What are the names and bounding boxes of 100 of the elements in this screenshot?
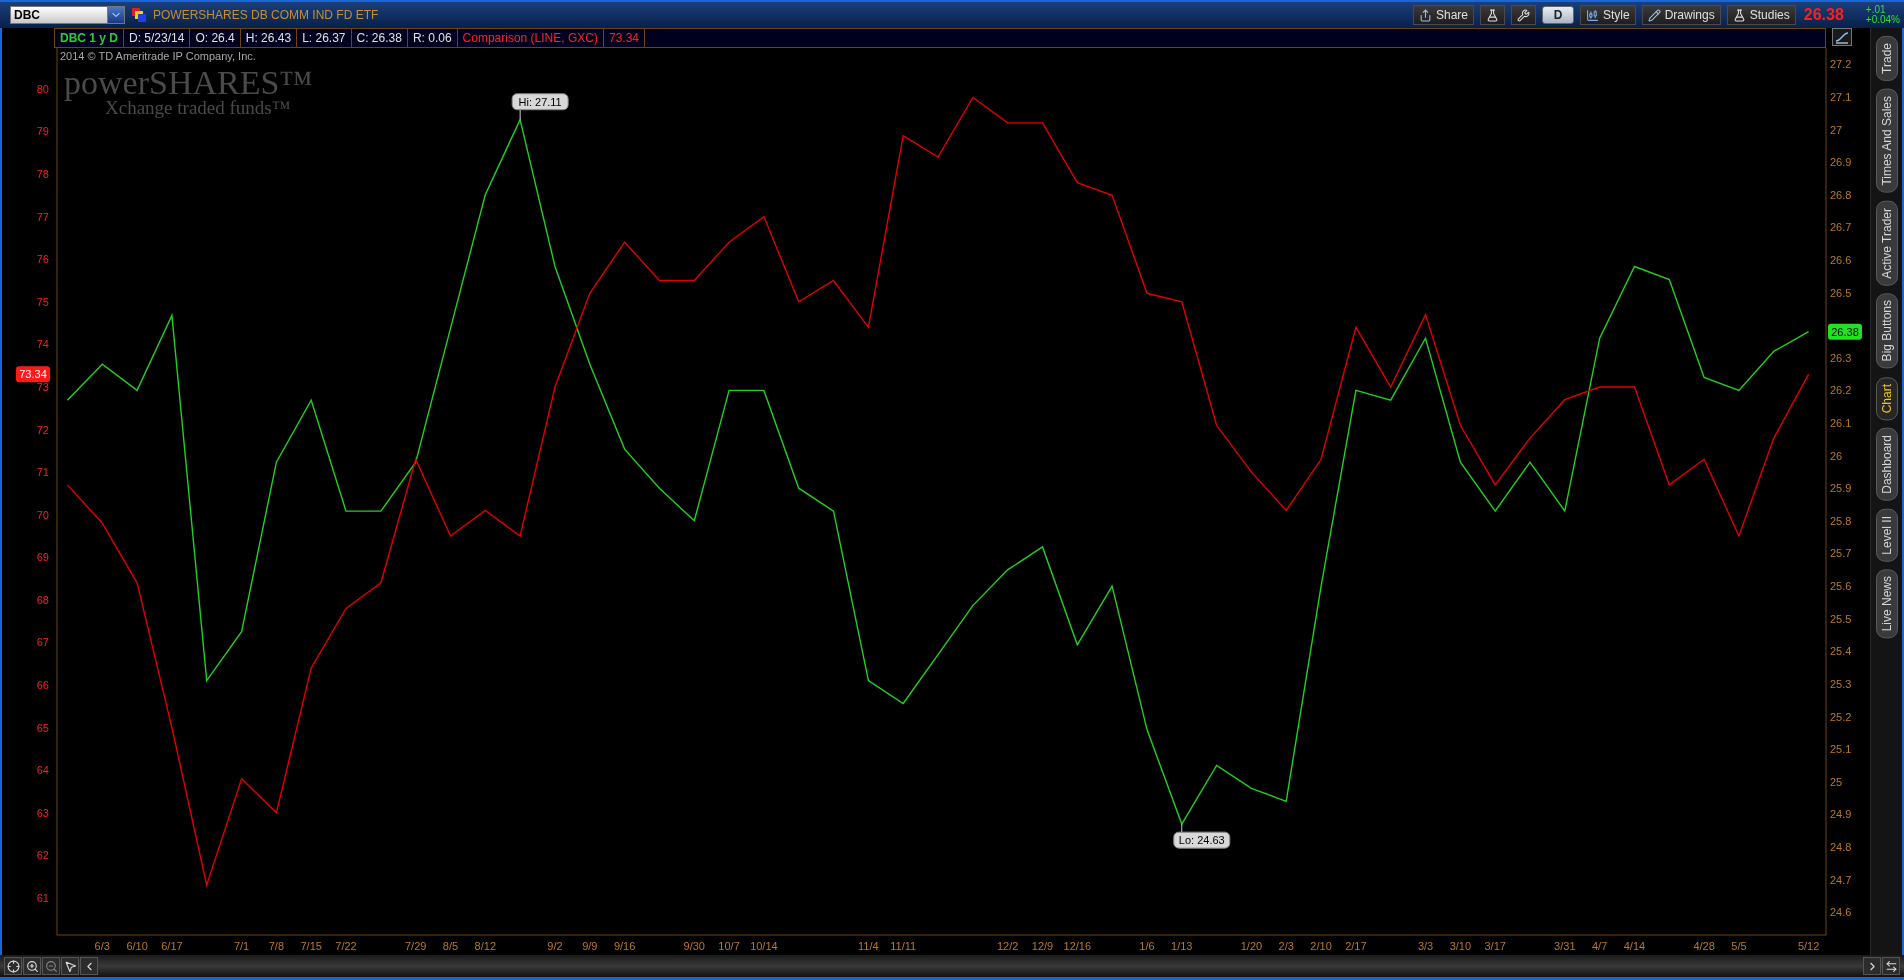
axis-label: 72	[36, 423, 49, 436]
axis-label: 67	[36, 636, 49, 649]
axis-label: 12/2	[996, 940, 1019, 952]
settings-button[interactable]	[1511, 5, 1536, 25]
axis-label: 2/10	[1310, 940, 1332, 952]
axis-label: 25.3	[1830, 677, 1852, 690]
axis-label: 25.2	[1830, 710, 1852, 723]
wrench-icon	[1517, 8, 1530, 22]
axis-label: 26.6	[1830, 253, 1852, 266]
pointer-button[interactable]	[61, 957, 79, 975]
axis-label: 26.2	[1830, 384, 1852, 397]
annotation: Lo: 24.63	[1178, 834, 1225, 847]
axis-label: 3/3	[1417, 940, 1434, 952]
left-right-arrow-icon	[1884, 959, 1898, 973]
fit-chart-button[interactable]	[1832, 28, 1852, 46]
axis-label: 26.7	[1830, 221, 1852, 234]
axis-label: 70	[36, 508, 49, 521]
axis-label: 7/1	[233, 940, 250, 952]
axis-label: 26	[1830, 449, 1843, 462]
drag-handle-button[interactable]	[1882, 957, 1900, 975]
axis-label: 65	[36, 721, 49, 734]
axis-label: 12/16	[1063, 940, 1092, 952]
info-text: R: 0.06	[407, 29, 458, 47]
edit-studies-button[interactable]	[1480, 5, 1505, 25]
axis-label: 3/17	[1484, 940, 1506, 952]
side-tab[interactable]: Chart	[1875, 376, 1898, 420]
axis-label: 62	[36, 849, 49, 862]
linked-squares-icon	[131, 7, 147, 23]
axis-label: 3/31	[1554, 940, 1576, 952]
scroll-left-button[interactable]	[80, 957, 98, 975]
axis-label: 26.8	[1830, 188, 1852, 201]
axis-label: 9/16	[613, 940, 636, 952]
axis-label: 25.8	[1830, 514, 1852, 527]
side-tab[interactable]: Big Buttons	[1875, 293, 1898, 369]
axis-label: 25.6	[1830, 580, 1852, 593]
axis-label: 9/2	[547, 940, 563, 952]
flask-icon	[1732, 8, 1746, 22]
crosshair-button[interactable]	[4, 957, 22, 975]
axis-label: 2/17	[1345, 940, 1367, 952]
copyright-text: 2014 © TD Ameritrade IP Company, Inc.	[60, 50, 256, 62]
net-change: +.01	[1865, 5, 1887, 15]
axis-label: 79	[36, 125, 49, 138]
axis-label: 24.9	[1830, 808, 1852, 821]
axis-label: 80	[36, 82, 49, 95]
symbol-dropdown-button[interactable]	[108, 6, 125, 24]
last-price-badge: 26.38	[1828, 323, 1862, 340]
axis-label: 25.7	[1830, 547, 1852, 560]
share-button[interactable]: Share	[1413, 5, 1474, 25]
price-callout: Lo: 24.63	[1173, 823, 1231, 849]
axis-label: 76	[36, 253, 49, 266]
side-tab[interactable]: Trade	[1875, 36, 1898, 81]
period-button[interactable]: D	[1542, 6, 1574, 24]
axis-label: 8/12	[474, 940, 497, 952]
info-text: C: 26.38	[351, 29, 408, 47]
zoom-out-button[interactable]	[42, 957, 60, 975]
axis-label: 6/3	[94, 940, 110, 952]
info-text: 73.34	[603, 29, 645, 47]
pencil-icon	[1647, 8, 1661, 22]
axis-label: 7/22	[335, 940, 357, 952]
candlestick-icon	[1586, 8, 1599, 22]
axis-label: 4/7	[1592, 940, 1608, 952]
axis-label: 78	[36, 168, 49, 181]
side-tab[interactable]: Times And Sales	[1875, 88, 1898, 193]
side-tab[interactable]: Level II	[1875, 508, 1898, 562]
axis-label: 5/5	[1731, 940, 1747, 952]
studies-button[interactable]: Studies	[1726, 5, 1796, 25]
axis-label: 3/10	[1449, 940, 1472, 952]
axis-label: 7/29	[404, 940, 427, 952]
axis-label: 26.3	[1830, 351, 1852, 364]
axis-label: 27	[1830, 123, 1843, 136]
scroll-right-button[interactable]	[1863, 957, 1881, 975]
axis-label: 10/7	[718, 940, 740, 952]
axis-label: 24.6	[1830, 906, 1852, 919]
axis-label: 27.2	[1830, 58, 1852, 71]
axis-label: 4/28	[1693, 940, 1715, 952]
info-text: O: 26.4	[190, 29, 241, 47]
flask-icon	[1486, 8, 1499, 22]
side-tab[interactable]: Dashboard	[1875, 427, 1898, 501]
brand-logo: powerSHARES™ Xchange traded funds™	[64, 64, 313, 118]
axis-label: 12/9	[1031, 940, 1054, 952]
info-text: Comparison (LINE, GXC)	[457, 29, 604, 47]
axis-label: 1/20	[1240, 940, 1263, 952]
axis-label: 1/13	[1171, 940, 1193, 952]
info-text: D: 5/23/14	[124, 29, 191, 47]
symbol-field[interactable]: DBC	[10, 6, 108, 24]
drawings-button[interactable]: Drawings	[1641, 5, 1721, 25]
pointer-icon	[63, 959, 77, 973]
zoom-out-icon	[44, 959, 58, 973]
axis-label: 61	[36, 891, 49, 904]
axis-label: 26.9	[1830, 156, 1852, 169]
axis-label: 25.9	[1830, 482, 1852, 495]
axis-label: 6/17	[161, 940, 183, 952]
style-button[interactable]: Style	[1580, 5, 1636, 25]
side-tab[interactable]: Active Trader	[1875, 200, 1898, 286]
axis-label: 69	[36, 551, 49, 564]
zoom-in-button[interactable]	[23, 957, 41, 975]
side-tab[interactable]: Live News	[1875, 569, 1898, 639]
axis-label: 63	[36, 806, 49, 819]
s-curve-icon	[1835, 30, 1849, 44]
axis-label: 24.8	[1830, 840, 1852, 853]
